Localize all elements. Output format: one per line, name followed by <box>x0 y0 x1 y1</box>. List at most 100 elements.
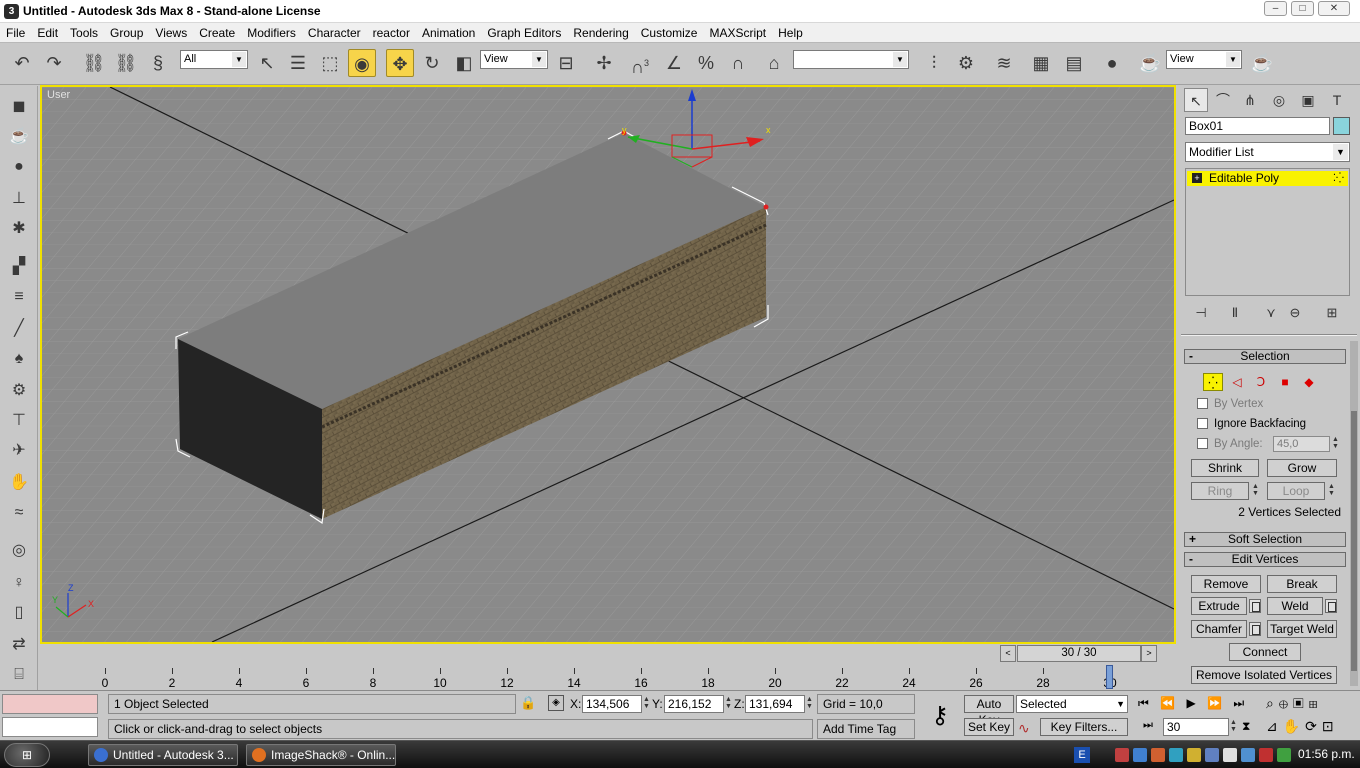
maxscript-listener[interactable] <box>2 694 98 714</box>
key-filters-button[interactable]: Key Filters... <box>1040 718 1128 736</box>
configure-sets-button[interactable]: ⊞ <box>1321 303 1343 323</box>
time-cursor[interactable] <box>1106 665 1113 689</box>
element-mode-button[interactable]: ◆ <box>1299 373 1319 391</box>
selected-vertex[interactable] <box>763 204 769 210</box>
modifier-list-dropdown[interactable]: Modifier List ▼ <box>1185 142 1350 162</box>
y-spinner-icon[interactable]: ▲ ▼ <box>724 696 733 712</box>
start-button[interactable]: ⊞ <box>4 743 50 767</box>
selection-rollout-header[interactable]: - Selection <box>1184 349 1346 364</box>
tray-app-icon[interactable] <box>1151 748 1165 762</box>
menu-file[interactable]: File <box>0 23 31 41</box>
scrollbar-thumb[interactable] <box>1351 411 1357 671</box>
tray-app-icon[interactable] <box>1187 748 1201 762</box>
maximize-viewport-icon[interactable]: ⊡ <box>1322 718 1339 734</box>
create-box-button[interactable]: ◼ <box>5 94 33 120</box>
menu-character[interactable]: Character <box>302 23 367 41</box>
remove-isolated-vertices-button[interactable]: Remove Isolated Vertices <box>1191 666 1337 684</box>
maximize-button[interactable]: □ <box>1291 1 1314 16</box>
stack-item-editable-poly[interactable]: + Editable Poly ⁚⁛ <box>1187 171 1348 186</box>
render-scene-button[interactable]: ☕ <box>1136 49 1164 77</box>
by-vertex-checkbox[interactable]: By Vertex <box>1197 397 1263 413</box>
snaps-toggle-button[interactable]: ∩3 <box>626 49 654 77</box>
play-icon[interactable]: ▶ <box>1186 696 1199 710</box>
time-slider-prev-button[interactable]: < <box>1000 645 1016 662</box>
shrink-button[interactable]: Shrink <box>1191 459 1259 477</box>
create-spacewarp-button[interactable]: ≈ <box>5 500 33 526</box>
select-link-button[interactable]: ⛓ <box>80 49 108 77</box>
tray-app-icon[interactable] <box>1115 748 1129 762</box>
create-gear-button[interactable]: ⚙ <box>5 378 33 404</box>
select-manipulate-button[interactable]: ✢ <box>590 49 618 77</box>
edge-mode-button[interactable]: ◁ <box>1227 373 1247 391</box>
key-tangent-icon[interactable]: ∿ <box>1018 720 1030 737</box>
expand-icon[interactable]: + <box>1192 173 1202 183</box>
tray-app-icon[interactable] <box>1259 748 1273 762</box>
z-spinner-icon[interactable]: ▲ ▼ <box>805 696 814 712</box>
close-button[interactable]: ✕ <box>1318 1 1350 16</box>
select-and-move-button[interactable]: ✥ <box>386 49 414 77</box>
window-crossing-button[interactable]: ◉ <box>348 49 376 77</box>
tray-app-icon[interactable] <box>1169 748 1183 762</box>
material-editor-button[interactable]: ● <box>1098 49 1126 77</box>
create-light-button[interactable]: ♠ <box>5 346 33 372</box>
ignore-backfacing-checkbox[interactable]: Ignore Backfacing <box>1197 417 1306 433</box>
viewport-label[interactable]: User <box>47 89 70 101</box>
loop-spinner-icon[interactable]: ▲ ▼ <box>1327 483 1336 499</box>
tab-hierarchy[interactable]: ⋔ <box>1238 88 1262 112</box>
layer-manager-button[interactable]: ≋ <box>990 49 1018 77</box>
extrude-button[interactable]: Extrude <box>1191 597 1247 615</box>
curve-editor-button[interactable]: ▦ <box>1027 49 1055 77</box>
menu-maxscript[interactable]: MAXScript <box>703 23 772 41</box>
mirror-button[interactable]: ⫶ <box>920 49 948 77</box>
tab-display[interactable]: ▣ <box>1296 88 1320 112</box>
create-bone-button[interactable]: ╱ <box>5 316 33 342</box>
x-coordinate-field[interactable]: 134,506 <box>582 695 642 713</box>
object-name-field[interactable]: Box01 <box>1185 117 1330 135</box>
arc-rotate-icon[interactable]: ⟳ <box>1305 718 1322 734</box>
show-end-result-button[interactable]: Ⅱ <box>1224 303 1246 323</box>
align-button[interactable]: ⚙ <box>952 49 980 77</box>
add-time-tag-button[interactable]: Add Time Tag <box>817 719 915 739</box>
selection-lock-button[interactable]: 🔒 <box>520 695 536 711</box>
spinner-arrows-icon[interactable]: ▲ ▼ <box>1331 436 1340 452</box>
create-cylinder-button[interactable]: ⊥ <box>5 186 33 212</box>
tab-modify[interactable]: ⌒ <box>1211 88 1235 112</box>
menu-rendering[interactable]: Rendering <box>567 23 634 41</box>
set-key-mode-button[interactable]: ⚷ <box>920 699 960 733</box>
menu-views[interactable]: Views <box>149 23 193 41</box>
create-teapot-button[interactable]: ☕ <box>5 124 33 150</box>
viewport-navigation-row-2[interactable]: ⊿✋⟳⊡ <box>1266 718 1360 735</box>
by-angle-checkbox[interactable]: By Angle: <box>1197 437 1263 453</box>
by-angle-spinner[interactable]: 45,0 <box>1273 436 1330 452</box>
previous-frame-icon[interactable]: ⏪ <box>1160 696 1179 710</box>
connect-button[interactable]: Connect <box>1229 643 1301 661</box>
angle-snap-button[interactable]: ∠ <box>660 49 688 77</box>
chamfer-button[interactable]: Chamfer <box>1191 620 1247 638</box>
create-camera-button[interactable]: ✈ <box>5 438 33 464</box>
menu-help[interactable]: Help <box>772 23 809 41</box>
tray-app-icon[interactable] <box>1205 748 1219 762</box>
break-button[interactable]: Break <box>1267 575 1337 593</box>
create-sphere-button[interactable]: ● <box>5 154 33 180</box>
quick-render-button[interactable]: ☕ <box>1248 49 1276 77</box>
set-key-button[interactable]: Set Key <box>964 718 1014 736</box>
playback-controls[interactable]: ⏮ ⏪ ▶ ⏩ ⏭ <box>1138 696 1262 711</box>
spinner-snap-button[interactable]: ∩ <box>724 49 752 77</box>
pin-stack-button[interactable]: ⊣ <box>1190 303 1212 323</box>
maxscript-mini-listener[interactable] <box>2 717 98 737</box>
ring-button[interactable]: Ring <box>1191 482 1249 500</box>
z-coordinate-field[interactable]: 131,694 <box>745 695 805 713</box>
pivot-center-button[interactable]: ⊟ <box>552 49 580 77</box>
tab-motion[interactable]: ◎ <box>1267 88 1291 112</box>
target-weld-button[interactable]: Target Weld <box>1267 620 1337 638</box>
vertex-mode-button[interactable]: ⁛ <box>1203 373 1223 391</box>
auto-key-button[interactable]: Auto Key <box>964 695 1014 727</box>
create-ring-button[interactable]: ◎ <box>5 538 33 564</box>
create-door-button[interactable]: ▯ <box>5 600 33 626</box>
tab-create[interactable]: ↖ <box>1184 88 1208 112</box>
menu-reactor[interactable]: reactor <box>367 23 416 41</box>
tray-app-icon[interactable] <box>1277 748 1291 762</box>
menu-group[interactable]: Group <box>104 23 149 41</box>
taskbar-item-3dsmax[interactable]: Untitled - Autodesk 3... <box>88 744 238 766</box>
undo-button[interactable]: ↶ <box>8 49 36 77</box>
